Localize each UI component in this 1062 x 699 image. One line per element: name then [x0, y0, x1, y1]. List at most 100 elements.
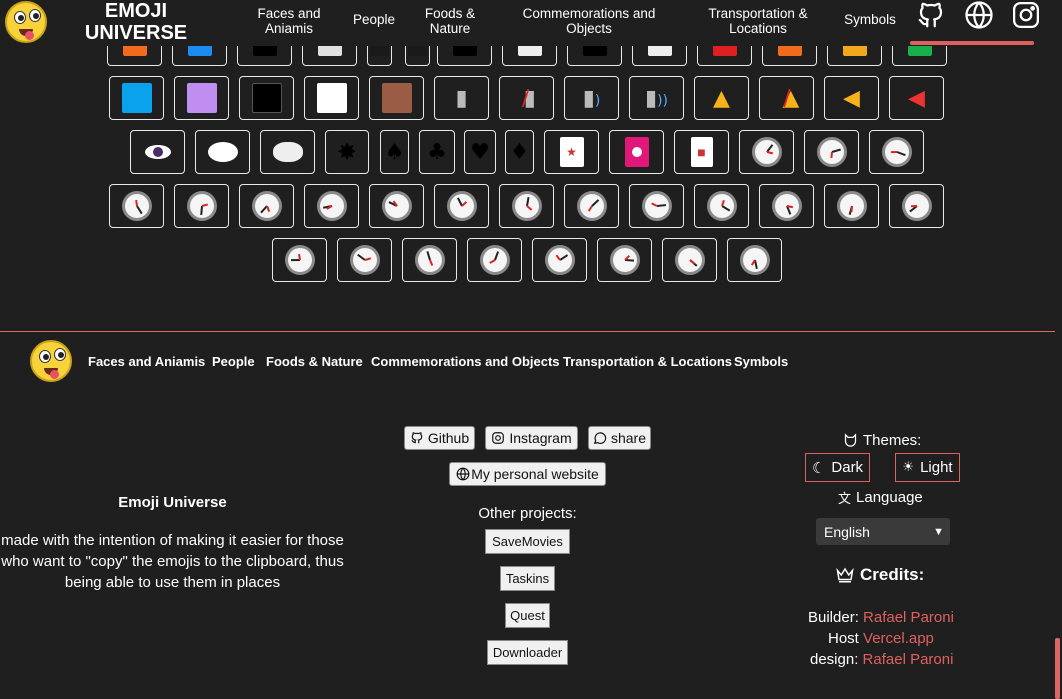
- clock-21-tile[interactable]: [532, 238, 587, 282]
- clock-22-tile[interactable]: [597, 238, 652, 282]
- clock-20-tile[interactable]: [467, 238, 522, 282]
- personal-website-button[interactable]: My personal website: [449, 462, 606, 486]
- clock-9-tile[interactable]: [434, 184, 489, 228]
- footer-nav-faces-animals[interactable]: Faces and Aniamis: [88, 354, 205, 369]
- mahjong-tile[interactable]: ■: [674, 130, 729, 174]
- github-link-button[interactable]: Github: [404, 426, 475, 450]
- footer-nav-people[interactable]: People: [212, 354, 255, 369]
- clock-10-tile[interactable]: [499, 184, 554, 228]
- nav-transportation-locations[interactable]: Transportation & Locations: [700, 6, 816, 36]
- other-projects-label: Other projects:: [478, 505, 577, 522]
- github-icon[interactable]: [916, 0, 946, 30]
- emoji-grid: ▮ ▮∕ ▮) ▮)) ▲ ▲∕ ◀ ◀ ✸ ♠ ♣ ♥ ♦ ★ ■: [0, 0, 1062, 330]
- clock-15-tile[interactable]: [824, 184, 879, 228]
- globe-icon[interactable]: [964, 0, 994, 30]
- footer-nav-foods-nature[interactable]: Foods & Nature: [266, 354, 363, 369]
- theme-light-button[interactable]: ☀ Light: [895, 453, 960, 482]
- share-label: share: [610, 430, 647, 446]
- black-square-tile[interactable]: [239, 76, 294, 120]
- clock-4-icon: [121, 191, 152, 221]
- credit-value-link[interactable]: Vercel.app: [863, 630, 934, 647]
- footer-nav-commemorations-objects[interactable]: Commemorations and Objects: [371, 354, 560, 369]
- footer-nav-transportation-locations[interactable]: Transportation & Locations: [563, 354, 732, 369]
- clock-24-tile[interactable]: [727, 238, 782, 282]
- scrollbar-thumb[interactable]: [1055, 638, 1060, 699]
- theme-dark-button[interactable]: ☾ Dark: [805, 453, 870, 482]
- clock-22-icon: [609, 245, 640, 275]
- clock-7-tile[interactable]: [304, 184, 359, 228]
- speaker-high-tile[interactable]: ▮)): [629, 76, 684, 120]
- project-quest-button[interactable]: Quest: [505, 603, 550, 628]
- speaker-low-tile[interactable]: ▮): [564, 76, 619, 120]
- clock-17-tile[interactable]: [272, 238, 327, 282]
- brand-title[interactable]: EMOJI UNIVERSE: [84, 0, 188, 44]
- speaker-off-tile[interactable]: ▮∕: [499, 76, 554, 120]
- footer-divider: [0, 331, 1055, 332]
- nav-people[interactable]: People: [348, 12, 400, 27]
- bell-tile[interactable]: ▲: [694, 76, 749, 120]
- heart-suit-tile[interactable]: ♥: [464, 130, 496, 174]
- clock-8-tile[interactable]: [369, 184, 424, 228]
- clock-23-icon: [674, 245, 705, 275]
- clock-tile[interactable]: [739, 130, 794, 174]
- chevron-down-icon: ▼: [933, 525, 944, 538]
- speech-bubble-tile[interactable]: [195, 130, 250, 174]
- joker-tile[interactable]: ★: [544, 130, 599, 174]
- credit-builder: Builder: Rafael Paroni: [790, 609, 960, 626]
- loudspeaker-tile[interactable]: ◀: [824, 76, 879, 120]
- diamond-suit-tile[interactable]: ♦: [505, 130, 534, 174]
- nav-foods-nature[interactable]: Foods & Nature: [420, 6, 480, 36]
- clock-11-tile[interactable]: [564, 184, 619, 228]
- clock-4-tile[interactable]: [109, 184, 164, 228]
- speaker-off-icon: ▮∕: [521, 85, 536, 111]
- nav-label: Transportation &: [708, 6, 808, 21]
- credit-value-link[interactable]: Rafael Paroni: [863, 651, 954, 668]
- clock-14-tile[interactable]: [759, 184, 814, 228]
- nav-label: Faces and: [257, 6, 321, 21]
- megaphone-tile[interactable]: ◀: [889, 76, 944, 120]
- flower-card-icon: [622, 137, 652, 167]
- clock-16-tile[interactable]: [889, 184, 944, 228]
- eye-in-bubble-tile[interactable]: [130, 130, 185, 174]
- thought-bubble-tile[interactable]: [260, 130, 315, 174]
- bell-slash-tile[interactable]: ▲∕: [759, 76, 814, 120]
- spade-tile[interactable]: ♠: [380, 130, 409, 174]
- clock-tile[interactable]: [804, 130, 859, 174]
- diamond-suit-icon: ♦: [509, 139, 530, 165]
- clock-18-tile[interactable]: [337, 238, 392, 282]
- clock-5-tile[interactable]: [174, 184, 229, 228]
- clock-13-tile[interactable]: [694, 184, 749, 228]
- footer-nav-symbols[interactable]: Symbols: [734, 354, 788, 369]
- share-button[interactable]: share: [588, 426, 651, 450]
- anger-bubble-tile[interactable]: ✸: [325, 130, 369, 174]
- clock-6-tile[interactable]: [239, 184, 294, 228]
- project-downloader-button[interactable]: Downloader: [487, 640, 568, 665]
- footer-logo-face-icon[interactable]: [30, 340, 72, 382]
- nav-commemorations-objects[interactable]: Commemorations and Objects: [515, 6, 663, 36]
- flower-card-tile[interactable]: [609, 130, 664, 174]
- purple-square-tile[interactable]: [174, 76, 229, 120]
- white-square-tile[interactable]: [304, 76, 359, 120]
- nav-faces-animals[interactable]: Faces and Aniamis: [250, 6, 328, 36]
- clock-23-tile[interactable]: [662, 238, 717, 282]
- project-savemovies-button[interactable]: SaveMovies: [485, 529, 570, 554]
- language-select[interactable]: English ▼: [816, 518, 950, 545]
- instagram-link-button[interactable]: Instagram: [485, 426, 578, 450]
- credit-value-link[interactable]: Rafael Paroni: [863, 609, 954, 626]
- footer-description: made with the intention of making it eas…: [1, 532, 344, 591]
- instagram-icon[interactable]: [1011, 0, 1041, 30]
- brown-square-tile[interactable]: [369, 76, 424, 120]
- clock-icon: [816, 137, 847, 167]
- theme-light-label: Light: [920, 459, 953, 476]
- speaker-muted-tile[interactable]: ▮: [434, 76, 489, 120]
- crown-icon: [836, 567, 854, 583]
- nav-symbols[interactable]: Symbols: [840, 12, 900, 27]
- logo-face-icon[interactable]: [5, 1, 47, 43]
- clock-12-tile[interactable]: [629, 184, 684, 228]
- whatsapp-icon: [593, 432, 607, 445]
- club-tile[interactable]: ♣: [419, 130, 455, 174]
- clock-19-tile[interactable]: [402, 238, 457, 282]
- blue-square-tile[interactable]: [109, 76, 164, 120]
- clock-tile[interactable]: [869, 130, 924, 174]
- project-taskins-button[interactable]: Taskins: [500, 566, 555, 591]
